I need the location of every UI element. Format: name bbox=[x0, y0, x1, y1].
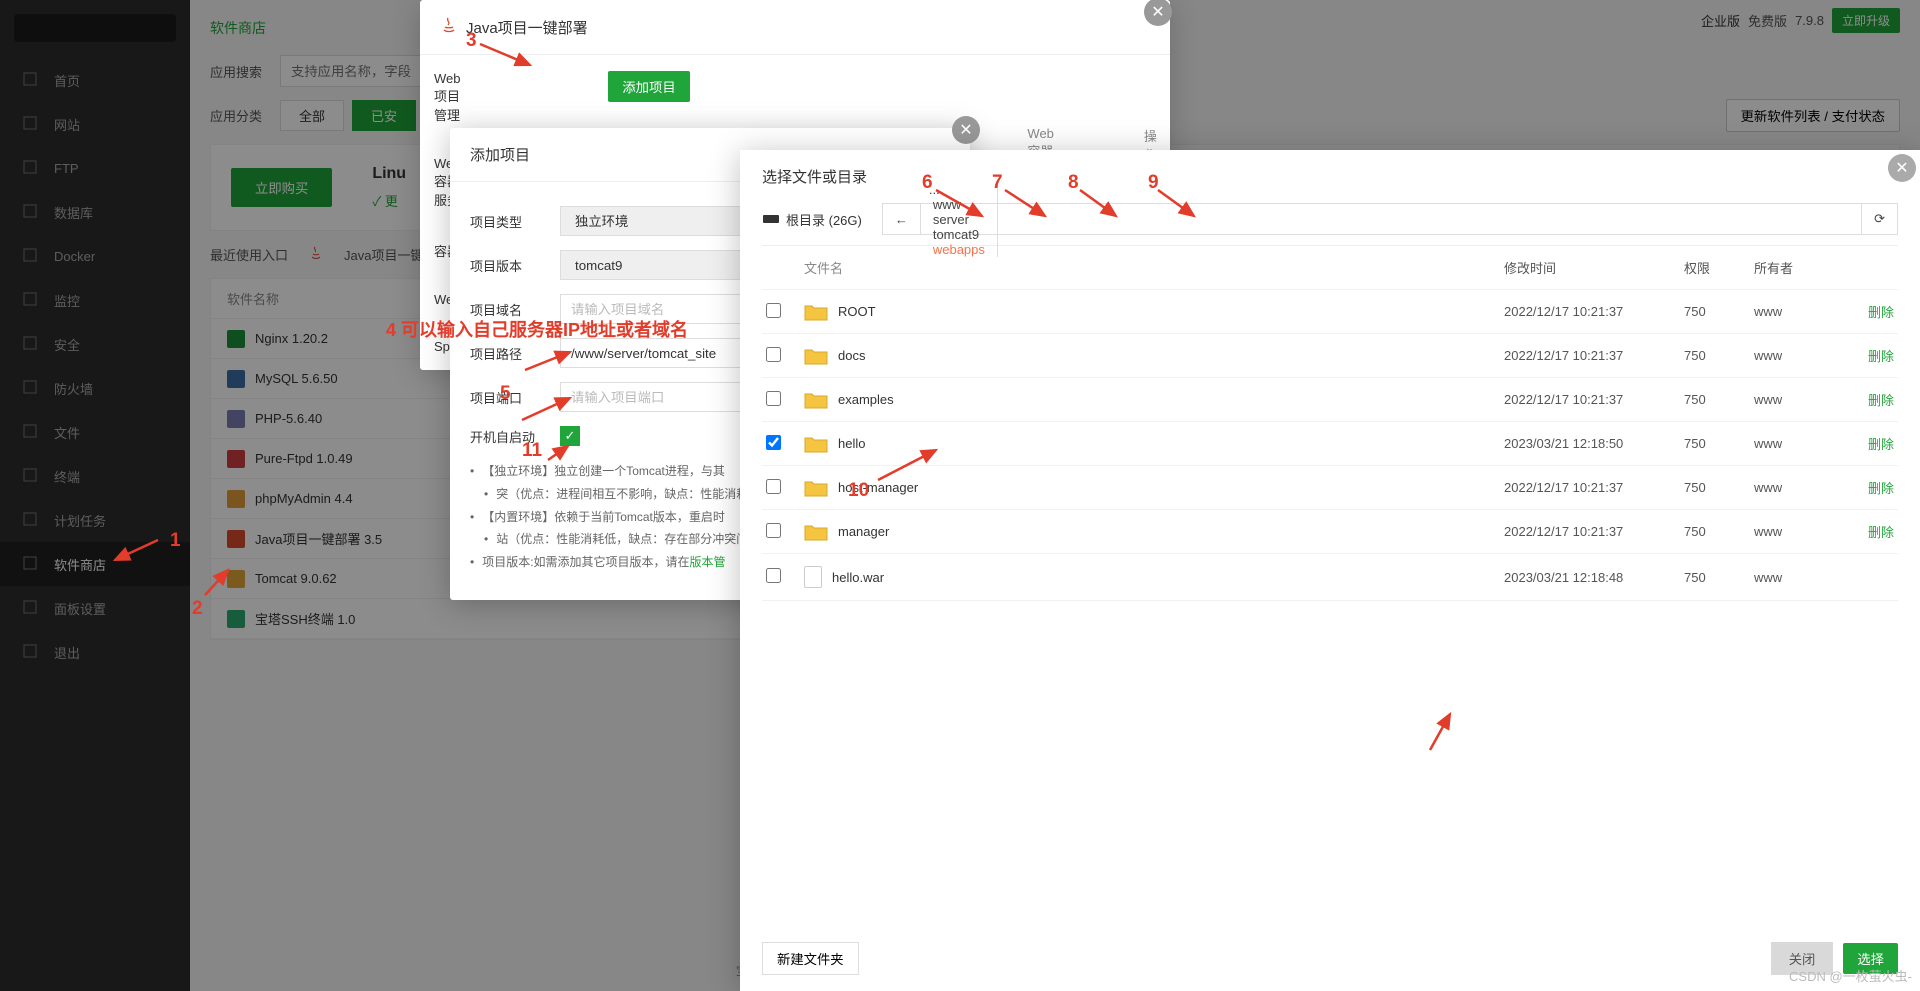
modal1-title: Java项目一键部署 bbox=[466, 17, 588, 38]
new-folder-button[interactable]: 新建文件夹 bbox=[762, 942, 859, 975]
delete-link[interactable]: 删除 bbox=[1868, 305, 1894, 320]
file-row[interactable]: hello.war2023/03/21 12:18:48750www bbox=[762, 554, 1898, 601]
disk-icon bbox=[762, 211, 780, 228]
modal3-title: 选择文件或目录 bbox=[740, 150, 1920, 203]
folder-icon bbox=[804, 435, 828, 453]
folder-icon bbox=[804, 303, 828, 321]
close-icon[interactable]: ✕ bbox=[952, 116, 980, 144]
row-checkbox[interactable] bbox=[766, 568, 781, 583]
delete-link[interactable]: 删除 bbox=[1868, 393, 1894, 408]
breadcrumb-item[interactable]: webapps bbox=[921, 242, 998, 257]
delete-link[interactable]: 删除 bbox=[1868, 437, 1894, 452]
autostart-checkbox[interactable]: ✓ bbox=[560, 426, 580, 446]
breadcrumb-item[interactable]: tomcat9 bbox=[921, 227, 998, 242]
file-row[interactable]: manager2022/12/17 10:21:37750www删除 bbox=[762, 510, 1898, 554]
row-checkbox[interactable] bbox=[766, 479, 781, 494]
root-label: 根目录 (26G) bbox=[762, 210, 862, 229]
delete-link[interactable]: 删除 bbox=[1868, 481, 1894, 496]
file-row[interactable]: ROOT2022/12/17 10:21:37750www删除 bbox=[762, 290, 1898, 334]
row-checkbox[interactable] bbox=[766, 391, 781, 406]
port-label: 项目端口 bbox=[470, 388, 560, 407]
delete-link[interactable]: 删除 bbox=[1868, 349, 1894, 364]
file-row[interactable]: examples2022/12/17 10:21:37750www删除 bbox=[762, 378, 1898, 422]
col-owner: 所有者 bbox=[1754, 258, 1834, 277]
row-checkbox[interactable] bbox=[766, 435, 781, 450]
col-perm: 权限 bbox=[1684, 258, 1754, 277]
file-row[interactable]: host-manager2022/12/17 10:21:37750www删除 bbox=[762, 466, 1898, 510]
add-project-button[interactable]: 添加项目 bbox=[608, 71, 689, 102]
version-label: 项目版本 bbox=[470, 256, 560, 275]
folder-icon bbox=[804, 523, 828, 541]
delete-link[interactable]: 删除 bbox=[1868, 525, 1894, 540]
col-mtime: 修改时间 bbox=[1504, 258, 1684, 277]
folder-icon bbox=[804, 391, 828, 409]
refresh-icon[interactable]: ⟳ bbox=[1861, 204, 1897, 234]
row-checkbox[interactable] bbox=[766, 523, 781, 538]
col-filename: 文件名 bbox=[804, 258, 1504, 277]
row-checkbox[interactable] bbox=[766, 347, 781, 362]
autostart-label: 开机自启动 bbox=[470, 427, 560, 446]
file-row[interactable]: hello2023/03/21 12:18:50750www删除 bbox=[762, 422, 1898, 466]
folder-icon bbox=[804, 479, 828, 497]
breadcrumb: ← ...wwwservertomcat9webapps ⟳ bbox=[882, 203, 1898, 235]
breadcrumb-item[interactable]: server bbox=[921, 212, 998, 227]
file-icon bbox=[804, 566, 822, 588]
row-checkbox[interactable] bbox=[766, 303, 781, 318]
breadcrumb-item[interactable]: www bbox=[921, 197, 998, 212]
breadcrumb-item[interactable]: ... bbox=[921, 182, 998, 197]
file-row[interactable]: docs2022/12/17 10:21:37750www删除 bbox=[762, 334, 1898, 378]
modal2-title: 添加项目 bbox=[470, 144, 530, 165]
watermark: CSDN @一枚萤火虫- bbox=[1789, 966, 1912, 985]
java-icon bbox=[440, 16, 458, 38]
folder-icon bbox=[804, 347, 828, 365]
close-icon[interactable]: ✕ bbox=[1888, 154, 1916, 182]
file-picker-modal: ✕ 选择文件或目录 根目录 (26G) ← ...wwwservertomcat… bbox=[740, 150, 1920, 991]
type-label: 项目类型 bbox=[470, 212, 560, 231]
path-label: 项目路径 bbox=[470, 344, 560, 363]
domain-label: 项目域名 bbox=[470, 300, 560, 319]
back-button[interactable]: ← bbox=[883, 204, 921, 234]
